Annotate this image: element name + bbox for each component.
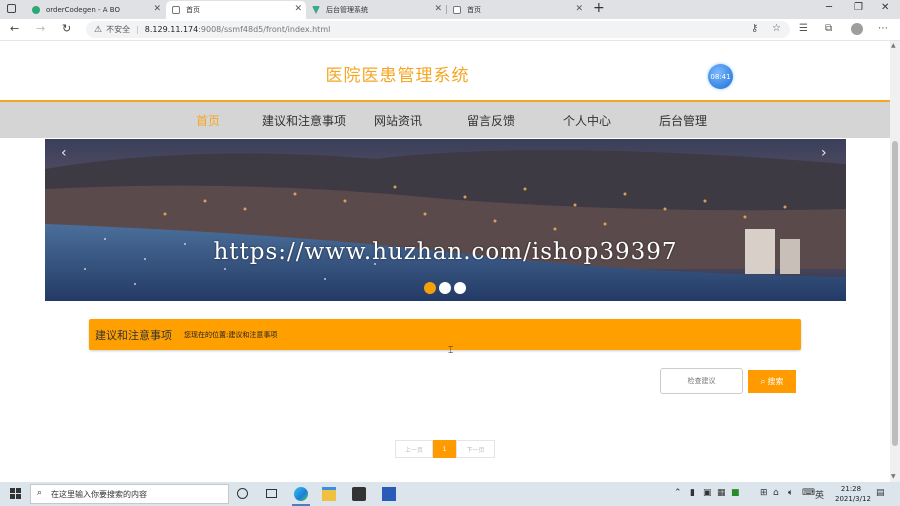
section-header: 建议和注意事项 您现在的位置: 建议和注意事项 <box>89 319 801 350</box>
tab-label: 后台管理系统 <box>326 6 368 14</box>
search-icon: ⌕ <box>37 488 43 498</box>
page-1-button[interactable]: 1 <box>433 440 456 458</box>
refresh-icon[interactable]: ↻ <box>62 22 71 35</box>
carousel-next-icon[interactable]: › <box>821 145 827 161</box>
tray-ime-icon[interactable]: ⌨ <box>802 488 815 498</box>
prev-page-button[interactable]: 上一页 <box>395 440 433 458</box>
taskbar-search-placeholder: 在这里输入你要搜索的内容 <box>51 489 147 499</box>
url-host: 8.129.11.174 <box>144 25 199 34</box>
back-icon[interactable]: ← <box>10 22 19 35</box>
codegen-favicon-icon <box>32 6 40 14</box>
tray-app-icon[interactable]: ▦ <box>717 488 726 498</box>
page-favicon-icon <box>453 6 461 14</box>
browser-tab-4[interactable]: 首页 ✕ <box>447 1 587 19</box>
tray-speaker-icon[interactable]: 🔈︎ <box>788 488 793 498</box>
warning-icon: ⚠ <box>94 24 103 35</box>
ime-language-indicator[interactable]: 英 <box>815 488 824 501</box>
nav-feedback[interactable]: 留言反馈 <box>467 112 515 129</box>
tab-actions-icon[interactable] <box>7 4 16 13</box>
search-input[interactable] <box>660 368 743 394</box>
browser-tab-strip: orderCodegen - A BO ✕ 首页 ✕ 后台管理系统 ✕ 首页 ✕… <box>0 0 900 19</box>
scroll-up-icon[interactable]: ▲ <box>891 42 896 49</box>
page-favicon-icon <box>172 6 180 14</box>
close-icon[interactable]: ✕ <box>434 4 442 14</box>
carousel-dot-2[interactable] <box>439 282 451 294</box>
restore-icon[interactable]: ❐ <box>854 2 863 13</box>
taskbar-search-box[interactable]: ⌕ 在这里输入你要搜索的内容 <box>30 484 229 504</box>
key-icon[interactable]: ⚷ <box>751 23 758 34</box>
clock-widget: 08:41 <box>708 64 733 89</box>
url-path: :9008/ssmf48d5/front/index.html <box>198 25 331 34</box>
minimize-icon[interactable]: ─ <box>826 2 832 13</box>
carousel-dot-1[interactable] <box>424 282 436 294</box>
section-title: 建议和注意事项 <box>95 328 172 342</box>
tab-label: 首页 <box>467 6 481 14</box>
carousel-dot-3[interactable] <box>454 282 466 294</box>
nav-home[interactable]: 首页 <box>196 112 220 129</box>
scroll-down-icon[interactable]: ▼ <box>891 473 896 480</box>
search-icon: ⌕ <box>760 376 766 386</box>
site-title: 医院医患管理系统 <box>325 66 470 86</box>
close-icon[interactable]: ✕ <box>153 4 161 14</box>
vue-favicon-icon <box>312 6 320 14</box>
taskbar-clock[interactable]: 21:28 2021/3/12 <box>835 484 871 504</box>
breadcrumb-current[interactable]: 建议和注意事项 <box>228 330 277 340</box>
nav-advice[interactable]: 建议和注意事项 <box>262 112 346 129</box>
nav-news[interactable]: 网站资讯 <box>374 112 422 129</box>
banner-watermark: https://www.huzhan.com/ishop39397 <box>213 239 678 265</box>
edge-browser-icon[interactable] <box>294 487 308 501</box>
close-window-icon[interactable]: ✕ <box>881 2 889 13</box>
cortana-icon[interactable] <box>237 488 248 499</box>
search-button[interactable]: ⌕ 搜索 <box>748 370 796 393</box>
windows-taskbar: ⌕ 在这里输入你要搜索的内容 ⌃ ▮ ▣ ▦ ■ ⊞ ⌂ 🔈︎ ⌨ 英 21:2… <box>0 482 900 506</box>
store-icon[interactable] <box>352 487 366 501</box>
taskbar-date: 2021/3/12 <box>835 495 871 503</box>
insecure-label: 不安全 <box>106 25 131 34</box>
web-page: 医院医患管理系统 08:41 首页 建议和注意事项 网站资讯 留言反馈 个人中心… <box>0 41 890 482</box>
next-page-button[interactable]: 下一页 <box>456 440 495 458</box>
banner-carousel[interactable]: ‹ › https://www.huzhan.com/ishop39397 <box>45 139 846 301</box>
close-icon[interactable]: ✕ <box>294 4 302 14</box>
nav-admin[interactable]: 后台管理 <box>659 112 707 129</box>
tray-app-icon[interactable]: ▣ <box>703 488 712 498</box>
tray-nvidia-icon[interactable]: ■ <box>731 488 740 498</box>
browser-toolbar: ← → ↻ ⚠ 不安全 | 8.129.11.174 :9008/ssmf48d… <box>0 19 900 41</box>
tab-label: orderCodegen - A BO <box>46 6 120 14</box>
new-tab-button[interactable]: + <box>593 0 605 16</box>
taskbar-time: 21:28 <box>840 485 862 493</box>
breadcrumb-prefix: 您现在的位置: <box>184 330 229 339</box>
address-bar[interactable]: ⚠ 不安全 | 8.129.11.174 :9008/ssmf48d5/fron… <box>86 21 790 38</box>
address-divider: | <box>136 25 139 34</box>
more-icon[interactable]: ⋯ <box>878 23 888 34</box>
notification-icon[interactable]: ▤ <box>876 488 885 498</box>
banner-image <box>45 139 846 301</box>
tab-label: 首页 <box>186 6 200 14</box>
close-icon[interactable]: ✕ <box>575 4 583 14</box>
search-button-label: 搜索 <box>767 377 784 386</box>
scroll-thumb[interactable] <box>892 141 898 446</box>
windows-start-icon[interactable] <box>10 488 21 499</box>
mouse-cursor-icon: ⌶ <box>448 346 454 356</box>
tray-network-icon[interactable]: ⊞ <box>760 488 768 498</box>
task-view-icon[interactable] <box>266 489 277 498</box>
collections-icon[interactable]: ⧉ <box>825 23 832 34</box>
favorites-icon[interactable]: ☰ <box>799 23 808 34</box>
browser-tab-2[interactable]: 首页 ✕ <box>166 1 306 19</box>
tray-mic-icon[interactable]: ▮ <box>690 488 695 498</box>
carousel-prev-icon[interactable]: ‹ <box>61 145 67 161</box>
nav-profile[interactable]: 个人中心 <box>563 112 611 129</box>
file-explorer-icon[interactable] <box>322 487 336 501</box>
browser-tab-1[interactable]: orderCodegen - A BO ✕ <box>26 1 165 19</box>
main-nav: 首页 建议和注意事项 网站资讯 留言反馈 个人中心 后台管理 <box>0 100 890 138</box>
word-icon[interactable] <box>382 487 396 501</box>
browser-tab-3[interactable]: 后台管理系统 ✕ <box>306 1 446 19</box>
tray-chevron-icon[interactable]: ⌃ <box>674 488 682 498</box>
tray-network-icon[interactable]: ⌂ <box>773 488 779 498</box>
favorite-add-icon[interactable]: ☆ <box>772 23 781 34</box>
forward-icon[interactable]: → <box>36 22 45 35</box>
profile-avatar-icon[interactable] <box>851 23 863 35</box>
page-scrollbar[interactable]: ▲ ▼ <box>890 41 900 482</box>
